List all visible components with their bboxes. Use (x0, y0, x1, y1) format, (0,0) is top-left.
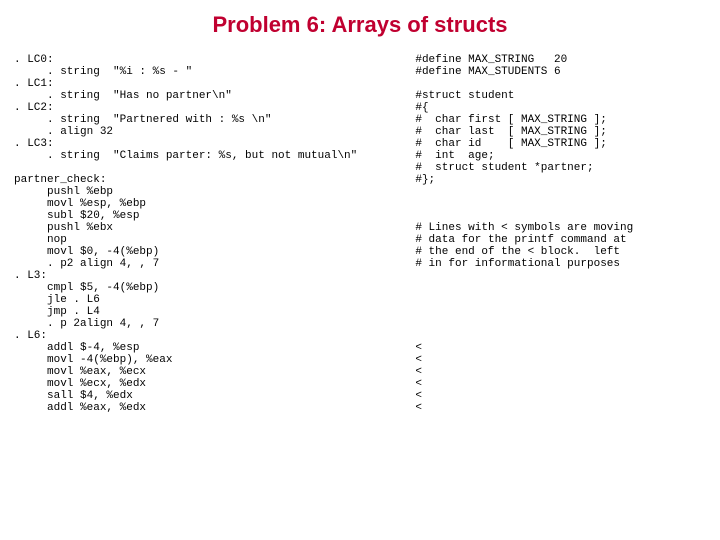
page-title: Problem 6: Arrays of structs (0, 0, 720, 54)
content-columns: . LC0: . string "%i : %s - " . LC1: . st… (0, 54, 720, 414)
right-code-column: #define MAX_STRING 20 #define MAX_STUDEN… (415, 54, 706, 414)
left-code-column: . LC0: . string "%i : %s - " . LC1: . st… (14, 54, 415, 414)
